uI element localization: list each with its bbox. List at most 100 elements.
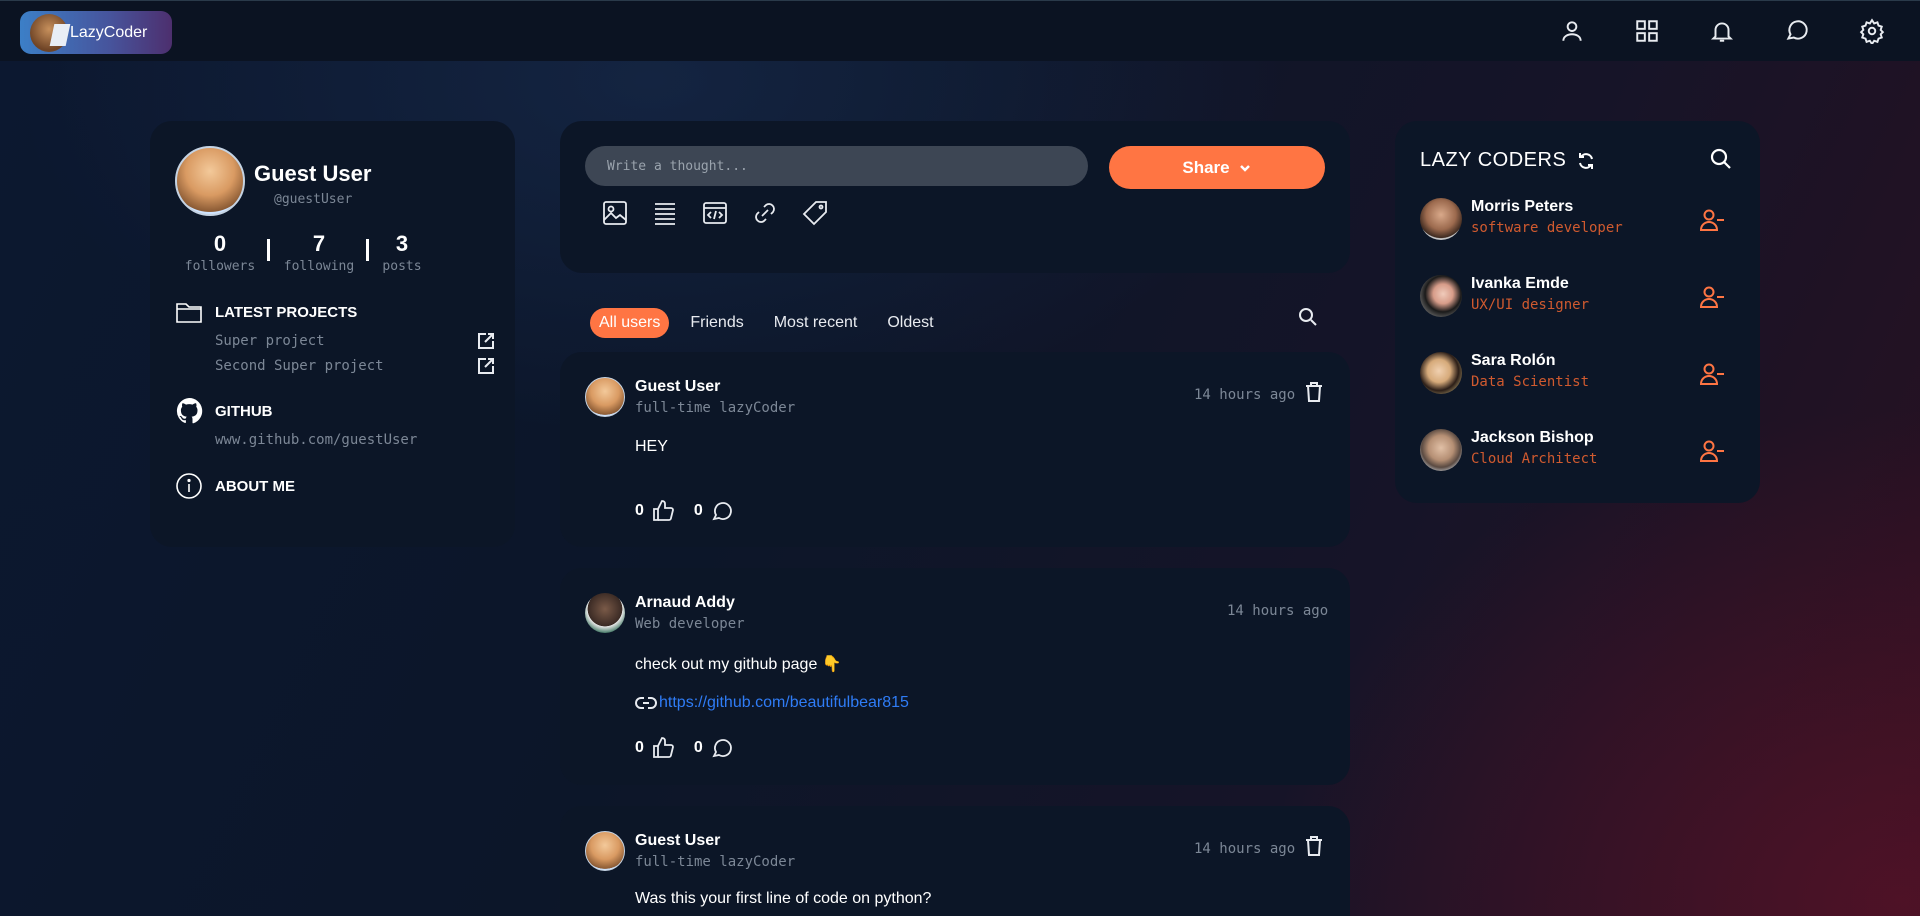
user-icon[interactable] — [1554, 13, 1590, 49]
thought-input[interactable] — [585, 146, 1088, 186]
add-friend-icon[interactable] — [1698, 437, 1726, 465]
list-icon[interactable] — [650, 198, 680, 228]
thumbs-up-icon[interactable] — [650, 498, 676, 524]
project-name: Super project — [215, 333, 325, 349]
coder-role: software developer — [1471, 220, 1623, 236]
avatar[interactable] — [175, 146, 245, 216]
coder-role: Cloud Architect — [1471, 451, 1598, 467]
post-author[interactable]: Guest User — [635, 378, 720, 396]
trash-icon[interactable] — [1305, 836, 1325, 858]
post-author-role: full-time lazyCoder — [635, 854, 796, 870]
external-link-icon[interactable] — [477, 332, 495, 350]
chat-icon[interactable] — [1779, 13, 1815, 49]
comment-icon[interactable] — [709, 498, 735, 524]
post-author[interactable]: Arnaud Addy — [635, 594, 735, 612]
like-count: 0 — [635, 502, 644, 519]
avatar[interactable] — [1420, 352, 1462, 394]
post-body: HEY — [635, 438, 668, 455]
coder-name[interactable]: Sara Rolón — [1471, 352, 1555, 370]
avatar[interactable] — [585, 831, 625, 871]
coder-item[interactable]: Ivanka Emde UX/UI designer — [1420, 275, 1740, 317]
chevron-down-icon — [1239, 164, 1250, 172]
bell-icon[interactable] — [1704, 13, 1740, 49]
avatar[interactable] — [585, 593, 625, 633]
section-title: ABOUT ME — [215, 477, 295, 495]
thumbs-up-icon[interactable] — [650, 735, 676, 761]
code-icon[interactable] — [700, 198, 730, 228]
link-icon — [635, 697, 657, 709]
filter-most-recent[interactable]: Most recent — [765, 308, 867, 338]
stat-posts[interactable]: 3 posts — [357, 231, 447, 274]
comment-count: 0 — [693, 502, 703, 519]
search-icon[interactable] — [1709, 147, 1735, 173]
add-friend-icon[interactable] — [1698, 283, 1726, 311]
brand-logo[interactable]: LazyCoder — [20, 11, 172, 54]
avatar[interactable] — [1420, 275, 1462, 317]
tag-icon[interactable] — [800, 198, 830, 228]
lazy-coders-card: LAZY CODERS Morris Peters software devel… — [1395, 121, 1760, 503]
stat-label: posts — [382, 259, 422, 274]
project-name: Second Super project — [215, 358, 384, 374]
stat-following[interactable]: 7 following — [274, 231, 364, 274]
coder-name[interactable]: Ivanka Emde — [1471, 275, 1569, 293]
post-reactions: 0 0 — [635, 735, 735, 761]
post-reactions: 0 0 — [635, 498, 735, 524]
latest-projects-heading: LATEST PROJECTS — [175, 298, 357, 326]
comment-count: 0 — [693, 739, 703, 756]
info-icon — [176, 473, 202, 499]
link-icon[interactable] — [750, 198, 780, 228]
stat-label: followers — [184, 259, 256, 274]
post-author[interactable]: Guest User — [635, 832, 720, 850]
share-button[interactable]: Share — [1109, 146, 1325, 189]
comment-icon[interactable] — [709, 735, 735, 761]
post-composer: Share — [560, 121, 1350, 273]
coder-role: Data Scientist — [1471, 374, 1590, 390]
coder-item[interactable]: Jackson Bishop Cloud Architect — [1420, 429, 1740, 471]
top-bar: LazyCoder — [0, 0, 1920, 61]
add-friend-icon[interactable] — [1698, 206, 1726, 234]
project-item[interactable]: Super project — [215, 332, 495, 350]
coders-title: LAZY CODERS — [1420, 149, 1567, 171]
post-time: 14 hours ago — [1194, 841, 1296, 857]
trash-icon[interactable] — [1305, 382, 1325, 404]
post-link[interactable]: https://github.com/beautifulbear815 — [635, 694, 909, 712]
external-link-icon[interactable] — [477, 357, 495, 375]
grid-icon[interactable] — [1629, 13, 1665, 49]
stat-label: following — [283, 259, 355, 274]
add-friend-icon[interactable] — [1698, 360, 1726, 388]
stat-value: 3 — [395, 231, 409, 256]
section-title: GITHUB — [215, 402, 273, 420]
image-icon[interactable] — [600, 198, 630, 228]
sloth-logo-icon — [30, 13, 68, 52]
project-item[interactable]: Second Super project — [215, 357, 495, 375]
coder-name[interactable]: Morris Peters — [1471, 198, 1573, 216]
coder-name[interactable]: Jackson Bishop — [1471, 429, 1594, 447]
avatar[interactable] — [1420, 198, 1462, 240]
coders-heading: LAZY CODERS — [1420, 149, 1596, 172]
refresh-icon[interactable] — [1576, 151, 1596, 171]
github-icon — [176, 397, 203, 424]
filter-friends[interactable]: Friends — [681, 308, 752, 338]
coder-role: UX/UI designer — [1471, 297, 1590, 313]
avatar[interactable] — [585, 377, 625, 417]
gear-icon[interactable] — [1854, 13, 1890, 49]
folder-icon — [176, 303, 202, 323]
filter-all-users[interactable]: All users — [590, 308, 670, 338]
avatar[interactable] — [1420, 429, 1462, 471]
post-time: 14 hours ago — [1227, 603, 1329, 619]
stat-followers[interactable]: 0 followers — [175, 231, 265, 274]
stat-value: 7 — [312, 231, 326, 256]
coder-item[interactable]: Morris Peters software developer — [1420, 198, 1740, 240]
profile-name: Guest User — [254, 161, 372, 186]
post-card: Guest User full-time lazyCoder 14 hours … — [560, 352, 1350, 547]
brand-name: LazyCoder — [70, 23, 148, 41]
search-icon[interactable] — [1297, 306, 1321, 330]
coder-item[interactable]: Sara Rolón Data Scientist — [1420, 352, 1740, 394]
profile-handle: @guestUser — [274, 192, 353, 207]
feed-filters: All users Friends Most recent Oldest — [590, 308, 955, 338]
post-link-url[interactable]: https://github.com/beautifulbear815 — [659, 694, 909, 712]
about-me-heading[interactable]: ABOUT ME — [175, 472, 295, 500]
filter-oldest[interactable]: Oldest — [878, 308, 942, 338]
profile-card: Guest User @guestUser 0 followers 7 foll… — [150, 121, 515, 547]
github-url[interactable]: www.github.com/guestUser — [215, 432, 417, 448]
